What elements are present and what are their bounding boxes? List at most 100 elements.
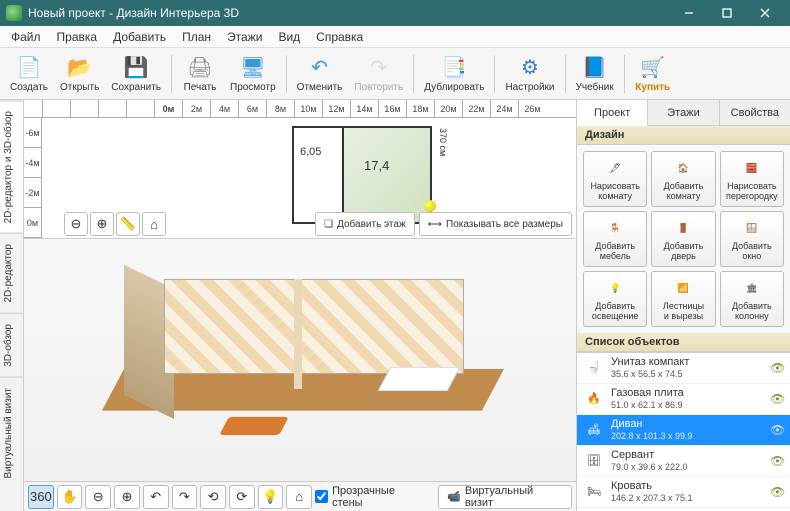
object-icon: 🛋: [583, 419, 605, 441]
design-btn-1[interactable]: 🏠Добавитькомнату: [651, 151, 715, 207]
duplicate-button[interactable]: 📑Дублировать: [418, 53, 490, 95]
preview-button[interactable]: 🖥Просмотр: [224, 53, 282, 95]
room-b-area: 17,4: [364, 158, 389, 173]
add-floor-button[interactable]: ❏Добавить этаж: [315, 212, 415, 236]
menu-План[interactable]: План: [175, 28, 218, 46]
tutorial-icon: 📘: [582, 55, 608, 81]
right-tab-Проект[interactable]: Проект: [577, 100, 648, 126]
object-item[interactable]: 🛋Диван202.8 x 101.3 x 99.9👁: [577, 415, 790, 446]
room-a-area: 6,05: [300, 146, 321, 158]
create-icon: 📄: [16, 55, 42, 81]
light-icon[interactable]: 💡: [258, 485, 284, 509]
design-btn-0[interactable]: 🖊Нарисоватькомнату: [583, 151, 647, 207]
floorplan-outline[interactable]: 6,05 17,4: [292, 126, 432, 224]
menu-Файл[interactable]: Файл: [4, 28, 48, 46]
design-btn-7[interactable]: 📶Лестницыи вырезы: [651, 271, 715, 327]
visibility-icon[interactable]: 👁: [770, 423, 784, 437]
camera-marker[interactable]: [424, 200, 436, 212]
minimize-button[interactable]: [670, 0, 708, 26]
measure-icon[interactable]: 📏: [116, 212, 140, 236]
right-tabs: ПроектЭтажиСвойства: [577, 100, 790, 126]
design-btn-2[interactable]: 🧱Нарисоватьперегородку: [720, 151, 784, 207]
side-tab-3[interactable]: Виртуальный визит: [0, 377, 23, 489]
menu-Добавить[interactable]: Добавить: [106, 28, 173, 46]
ruler-tick: 0м: [154, 100, 182, 117]
print-button[interactable]: 🖨Печать: [176, 53, 224, 95]
ruler-tick: 12м: [322, 100, 350, 117]
tilt-down-icon[interactable]: ⟳: [229, 485, 255, 509]
object-item[interactable]: 🚽Унитаз компакт35.6 x 56.5 x 74.5👁: [577, 353, 790, 384]
design-btn-6[interactable]: 💡Добавитьосвещение: [583, 271, 647, 327]
home-icon[interactable]: ⌂: [142, 212, 166, 236]
duplicate-icon: 📑: [441, 55, 467, 81]
2d-floorplan-canvas[interactable]: 6,05 17,4 370 см ⊖ ⊕ 📏 ⌂ ❏Добавить этаж …: [42, 118, 576, 238]
visibility-icon[interactable]: 👁: [770, 454, 784, 468]
visibility-icon[interactable]: 👁: [770, 485, 784, 499]
design-btn-3[interactable]: 🪑Добавитьмебель: [583, 211, 647, 267]
design-tools-grid: 🖊Нарисоватькомнату🏠Добавитькомнату🧱Нарис…: [577, 145, 790, 333]
tilt-up-icon[interactable]: ⟲: [200, 485, 226, 509]
main-toolbar: 📄Создать📂Открыть💾Сохранить🖨Печать🖥Просмо…: [0, 48, 790, 100]
ruler-tick: 16м: [378, 100, 406, 117]
object-icon: 🚽: [583, 357, 605, 379]
ruler-tick: 26м: [518, 100, 546, 117]
ruler-tick: 8м: [266, 100, 294, 117]
dimension-icon: ⟷: [428, 219, 442, 230]
pan-icon[interactable]: ✋: [57, 485, 83, 509]
ruler-horizontal: 0м2м4м6м8м10м12м14м16м18м20м22м24м26м: [24, 100, 576, 118]
camera-icon: 📹: [447, 490, 461, 503]
reset-view-icon[interactable]: ⌂: [286, 485, 312, 509]
zoom-out-icon[interactable]: ⊖: [85, 485, 111, 509]
menubar: ФайлПравкаДобавитьПланЭтажиВидСправка: [0, 26, 790, 48]
settings-icon: ⚙: [517, 55, 543, 81]
menu-Справка[interactable]: Справка: [309, 28, 370, 46]
menu-Правка[interactable]: Правка: [50, 28, 105, 46]
ruler-tick: 18м: [406, 100, 434, 117]
transparent-walls-checkbox[interactable]: Прозрачные стены: [315, 485, 427, 509]
object-item[interactable]: 🗄Сервант79.0 x 39.6 x 222.0👁: [577, 446, 790, 477]
object-icon: 🔥: [583, 388, 605, 410]
ruler-tick: 10м: [294, 100, 322, 117]
right-tab-Этажи[interactable]: Этажи: [648, 100, 719, 125]
close-button[interactable]: [746, 0, 784, 26]
design-icon: 🪑: [604, 217, 626, 239]
design-btn-8[interactable]: 🏛Добавитьколонну: [720, 271, 784, 327]
menu-Этажи[interactable]: Этажи: [220, 28, 269, 46]
object-item[interactable]: 🔥Газовая плита51.0 x 62.1 x 86.9👁: [577, 384, 790, 415]
visibility-icon[interactable]: 👁: [770, 361, 784, 375]
side-tab-2[interactable]: 3D-обзор: [0, 313, 23, 377]
ruler-tick: 4м: [210, 100, 238, 117]
zoom-out-button[interactable]: ⊖: [64, 212, 88, 236]
app-icon: [6, 5, 22, 21]
side-tab-1[interactable]: 2D-редактор: [0, 233, 23, 313]
create-button[interactable]: 📄Создать: [4, 53, 54, 95]
undo-button[interactable]: ↶Отменить: [291, 53, 349, 95]
ruler-tick: 6м: [238, 100, 266, 117]
side-tabs: 2D-редактор и 3D-обзор2D-редактор3D-обзо…: [0, 100, 24, 511]
object-item[interactable]: 🛏Кровать146.2 x 207.3 x 75.1👁: [577, 477, 790, 508]
open-button[interactable]: 📂Открыть: [54, 53, 105, 95]
ruler-tick: 22м: [462, 100, 490, 117]
side-tab-0[interactable]: 2D-редактор и 3D-обзор: [0, 100, 23, 233]
zoom-in-button[interactable]: ⊕: [90, 212, 114, 236]
right-tab-Свойства[interactable]: Свойства: [720, 100, 790, 125]
tutorial-button[interactable]: 📘Учебник: [570, 53, 620, 95]
save-button[interactable]: 💾Сохранить: [105, 53, 167, 95]
maximize-button[interactable]: [708, 0, 746, 26]
settings-button[interactable]: ⚙Настройки: [499, 53, 560, 95]
design-icon: 💡: [604, 277, 626, 299]
rotate-left-icon[interactable]: ↶: [143, 485, 169, 509]
visibility-icon[interactable]: 👁: [770, 392, 784, 406]
design-btn-4[interactable]: 🚪Добавитьдверь: [651, 211, 715, 267]
show-dimensions-button[interactable]: ⟷Показывать все размеры: [419, 212, 572, 236]
rotate-right-icon[interactable]: ↷: [172, 485, 198, 509]
object-list[interactable]: 🚽Унитаз компакт35.6 x 56.5 x 74.5👁🔥Газов…: [577, 352, 790, 511]
transparent-walls-input[interactable]: [315, 490, 328, 503]
3d-viewport[interactable]: [24, 238, 576, 481]
buy-button[interactable]: 🛒Купить: [629, 53, 677, 95]
menu-Вид[interactable]: Вид: [271, 28, 307, 46]
virtual-visit-button[interactable]: 📹Виртуальный визит: [438, 485, 572, 509]
view-360-icon[interactable]: 360: [28, 485, 54, 509]
zoom-in-icon[interactable]: ⊕: [114, 485, 140, 509]
design-btn-5[interactable]: 🪟Добавитьокно: [720, 211, 784, 267]
